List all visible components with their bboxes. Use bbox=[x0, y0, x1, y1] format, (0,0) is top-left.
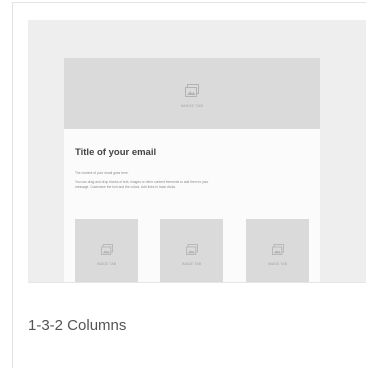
column-image-label: IMAGE TAB bbox=[181, 262, 202, 266]
image-icon bbox=[272, 244, 284, 255]
template-name[interactable]: 1-3-2 Columns bbox=[28, 317, 126, 334]
image-icon bbox=[186, 244, 198, 255]
column-image-label: IMAGE TAB bbox=[96, 262, 117, 266]
hero-image-placeholder: IMAGE TAB bbox=[64, 58, 320, 129]
image-icon bbox=[185, 84, 199, 97]
template-card[interactable]: IMAGE TAB Title of your email The conten… bbox=[12, 2, 366, 368]
email-body-line: The content of your email goes here. bbox=[75, 171, 129, 175]
email-body-line: message. Customize the font and the colo… bbox=[75, 185, 176, 189]
column-image-placeholder: IMAGE TAB bbox=[160, 219, 223, 282]
image-icon bbox=[101, 244, 113, 255]
email-title: Title of your email bbox=[75, 147, 157, 158]
template-thumbnail[interactable]: IMAGE TAB Title of your email The conten… bbox=[28, 20, 366, 283]
column-image-label: IMAGE TAB bbox=[267, 262, 288, 266]
column-image-placeholder: IMAGE TAB bbox=[75, 219, 138, 282]
email-preview: IMAGE TAB Title of your email The conten… bbox=[64, 58, 320, 282]
hero-image-label: IMAGE TAB bbox=[180, 103, 204, 108]
column-image-placeholder: IMAGE TAB bbox=[246, 219, 309, 282]
